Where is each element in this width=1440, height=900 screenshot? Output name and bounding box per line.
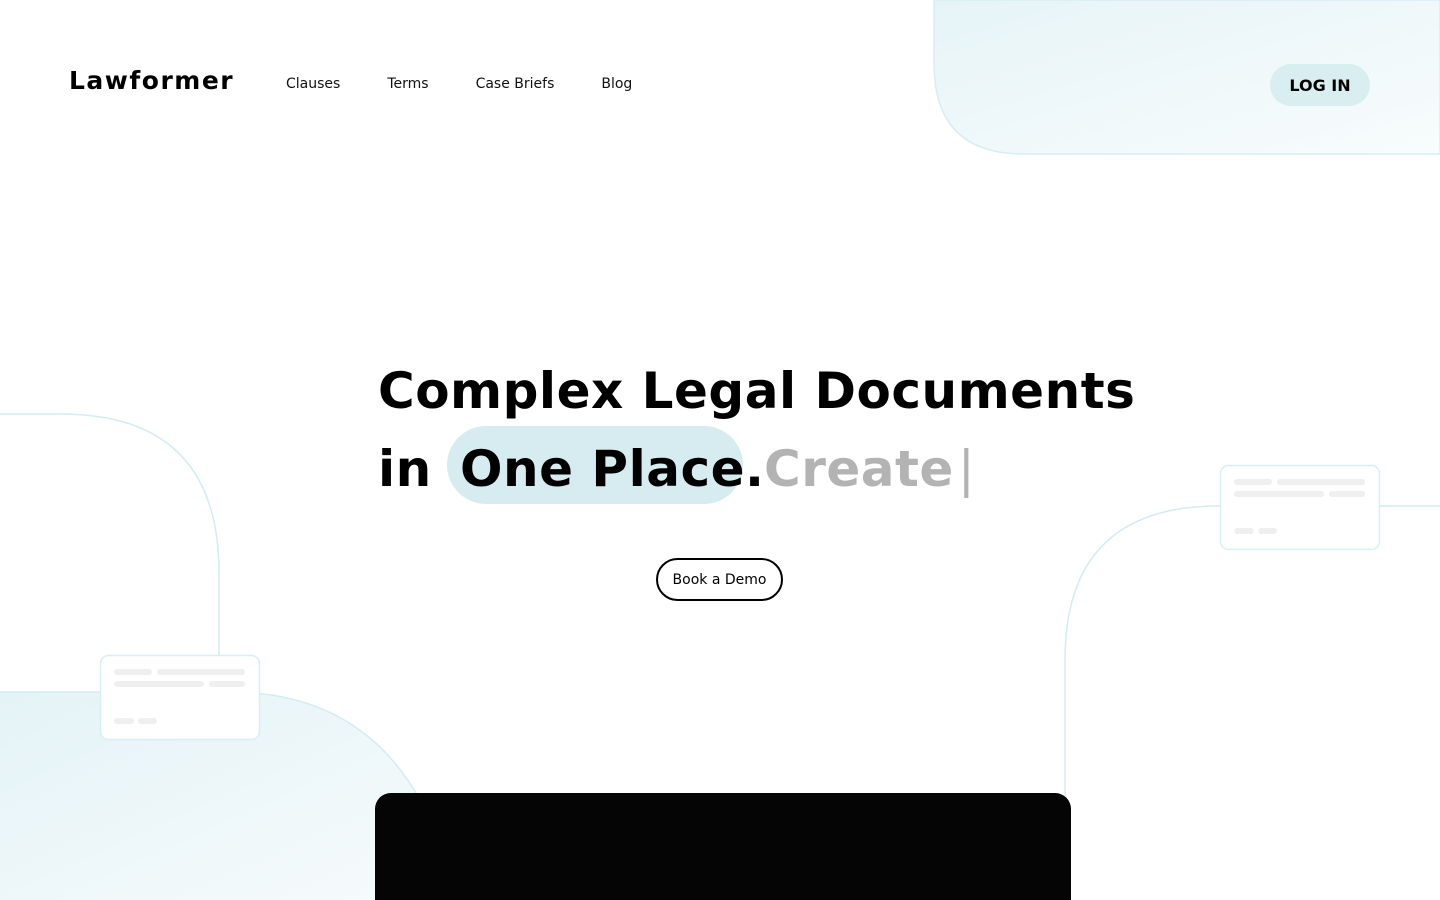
nav-link-blog[interactable]: Blog [601, 76, 632, 92]
right-arch-outline [1064, 505, 1440, 900]
typed-word: Create [764, 440, 954, 498]
hero-headline-line1: Complex Legal Documents [378, 362, 1136, 420]
hero-headline-line2: in One Place. Create| [378, 430, 1078, 508]
hero-prefix: in [378, 440, 432, 498]
brand-logo[interactable]: Lawformer [69, 66, 234, 95]
product-preview-frame [375, 793, 1071, 900]
login-button[interactable]: LOG IN [1270, 64, 1370, 106]
left-mini-card [99, 654, 261, 741]
typewriter-text: Create| [764, 430, 975, 508]
book-demo-button[interactable]: Book a Demo [656, 558, 783, 601]
landing-page: Lawformer Clauses Terms Case Briefs Blog… [0, 0, 1440, 900]
right-mini-card [1219, 464, 1381, 551]
nav-link-case-briefs[interactable]: Case Briefs [476, 76, 555, 92]
typing-caret: | [957, 440, 976, 498]
nav-link-terms[interactable]: Terms [387, 76, 428, 92]
hero-section: Complex Legal Documents in One Place. Cr… [378, 352, 1136, 508]
nav-link-clauses[interactable]: Clauses [286, 76, 340, 92]
nav-links: Clauses Terms Case Briefs Blog [286, 76, 632, 92]
top-navigation: Lawformer Clauses Terms Case Briefs Blog… [0, 0, 1440, 170]
hero-highlight-text: One Place. [460, 440, 765, 498]
left-arch-outline [0, 413, 220, 656]
